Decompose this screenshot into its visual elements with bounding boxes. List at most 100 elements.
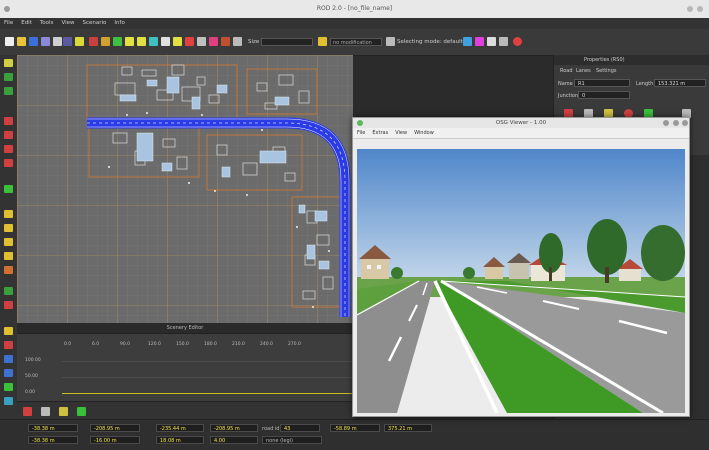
draw-icon[interactable] bbox=[23, 407, 32, 416]
map-tool-icon[interactable] bbox=[4, 327, 13, 335]
map-canvas[interactable] bbox=[17, 55, 353, 323]
line-tool-icon[interactable] bbox=[4, 210, 13, 218]
status-y2-field[interactable]: -16.00 m bbox=[90, 436, 140, 444]
viewer-close-icon[interactable] bbox=[682, 120, 688, 126]
water-tool-icon[interactable] bbox=[4, 369, 13, 377]
menu-info[interactable]: Info bbox=[110, 18, 128, 26]
signal-tool-icon[interactable] bbox=[185, 37, 194, 46]
road-tool-icon[interactable] bbox=[89, 37, 98, 46]
3d-scene-view[interactable] bbox=[357, 149, 685, 413]
menu-tools[interactable]: Tools bbox=[36, 18, 58, 26]
lock-tool-icon[interactable] bbox=[233, 37, 242, 46]
object-tool-icon[interactable] bbox=[197, 37, 206, 46]
size-input[interactable] bbox=[261, 38, 313, 46]
split-tool-icon[interactable] bbox=[4, 131, 13, 139]
marker-tool-icon[interactable] bbox=[4, 341, 13, 349]
viewer-menu-window[interactable]: Window bbox=[410, 128, 437, 136]
merge-tool-icon[interactable] bbox=[4, 145, 13, 153]
link-tool-icon[interactable] bbox=[4, 287, 13, 295]
status-type-field[interactable]: none (legi) bbox=[262, 436, 322, 444]
crossfall-tool-icon[interactable] bbox=[221, 37, 230, 46]
add-object-icon[interactable] bbox=[4, 185, 13, 193]
elevation-line[interactable] bbox=[62, 393, 352, 394]
vegetation-tool-icon[interactable] bbox=[4, 383, 13, 391]
viewer-menu-view[interactable]: View bbox=[391, 128, 410, 136]
status-w-field[interactable]: -208.95 m bbox=[210, 424, 258, 432]
junction-tool-icon[interactable] bbox=[149, 37, 158, 46]
help-icon[interactable] bbox=[513, 37, 522, 46]
lightbulb-icon[interactable] bbox=[475, 37, 484, 46]
status-y-field[interactable]: -208.95 m bbox=[90, 424, 140, 432]
export-icon[interactable] bbox=[41, 37, 50, 46]
arc-tool-icon[interactable] bbox=[4, 224, 13, 232]
grid-toggle-icon[interactable] bbox=[499, 37, 508, 46]
name-input[interactable]: R1 bbox=[574, 79, 630, 87]
status-x2-field[interactable]: -38.38 m bbox=[28, 436, 78, 444]
status-z2-field[interactable]: 18.08 m bbox=[156, 436, 204, 444]
layer-tool-icon[interactable] bbox=[4, 355, 13, 363]
status-w2-field[interactable]: 4.00 bbox=[210, 436, 258, 444]
road-id-field[interactable]: 43 bbox=[280, 424, 320, 432]
map-drawing bbox=[17, 55, 353, 323]
bridge-tool-icon[interactable] bbox=[209, 37, 218, 46]
leaf-icon[interactable] bbox=[77, 407, 86, 416]
selection-icon[interactable] bbox=[318, 37, 327, 46]
select-tool-icon[interactable] bbox=[4, 59, 13, 67]
menu-view[interactable]: View bbox=[57, 18, 78, 26]
curve-tool-icon[interactable] bbox=[101, 37, 110, 46]
menu-scenario[interactable]: Scenario bbox=[79, 18, 111, 26]
osg-viewer-window[interactable]: OSG Viewer - 1.00 File Extras View Window bbox=[352, 117, 690, 417]
lane-tool-icon[interactable] bbox=[125, 37, 134, 46]
viewer-maximize-icon[interactable] bbox=[673, 120, 679, 126]
grid-tool-icon[interactable] bbox=[113, 37, 122, 46]
y-tick: 0.00 bbox=[25, 390, 36, 395]
length-label: Length bbox=[636, 81, 654, 87]
move-tool-icon[interactable] bbox=[4, 73, 13, 81]
settings-icon[interactable] bbox=[487, 37, 496, 46]
viewer-menu-file[interactable]: File bbox=[353, 128, 368, 136]
undo-icon[interactable] bbox=[63, 37, 72, 46]
viewer-titlebar: OSG Viewer - 1.00 bbox=[353, 118, 689, 128]
delete-tool-icon[interactable] bbox=[4, 117, 13, 125]
modification-select[interactable]: no modification bbox=[330, 38, 382, 46]
redo-icon[interactable] bbox=[75, 37, 84, 46]
superelevation-tool-icon[interactable] bbox=[173, 37, 182, 46]
ogl-view-icon[interactable] bbox=[463, 37, 472, 46]
rotate-tool-icon[interactable] bbox=[4, 87, 13, 95]
menu-edit[interactable]: Edit bbox=[17, 18, 36, 26]
new-file-icon[interactable] bbox=[5, 37, 14, 46]
viewer-menu-extras[interactable]: Extras bbox=[368, 128, 391, 136]
minimize-icon[interactable] bbox=[687, 6, 693, 12]
poly3-tool-icon[interactable] bbox=[4, 252, 13, 260]
status-s-field[interactable]: -58.89 m bbox=[330, 424, 380, 432]
tab-settings[interactable]: Settings bbox=[596, 68, 617, 74]
grid-line bbox=[62, 361, 352, 362]
tab-road[interactable]: Road bbox=[560, 68, 573, 74]
save-file-icon[interactable] bbox=[29, 37, 38, 46]
section-tool-icon[interactable] bbox=[137, 37, 146, 46]
status-x-field[interactable]: -38.38 m bbox=[28, 424, 78, 432]
tab-lanes[interactable]: Lanes bbox=[576, 68, 591, 74]
x-tick: 180.0 bbox=[204, 342, 217, 347]
append-tool-icon[interactable] bbox=[4, 159, 13, 167]
cursor-icon[interactable] bbox=[386, 37, 395, 46]
cut-icon[interactable] bbox=[53, 37, 62, 46]
status-z-field[interactable]: -235.44 m bbox=[156, 424, 204, 432]
status-panel: -38.38 m -208.95 m -235.44 m -208.95 m r… bbox=[0, 419, 709, 450]
junction-input[interactable]: 0 bbox=[578, 91, 630, 99]
terrain-tool-icon[interactable] bbox=[4, 397, 13, 405]
name-label: Name bbox=[558, 81, 573, 87]
length-input[interactable]: 153.321 m bbox=[654, 79, 706, 87]
status-length-field[interactable]: 375.21 m bbox=[384, 424, 432, 432]
scenery-editor-panel[interactable]: 0.0 6.0 90.0 120.0 150.0 180.0 210.0 240… bbox=[17, 333, 353, 402]
open-file-icon[interactable] bbox=[17, 37, 26, 46]
bezier-tool-icon[interactable] bbox=[4, 266, 13, 274]
viewer-minimize-icon[interactable] bbox=[663, 120, 669, 126]
spiral-tool-icon[interactable] bbox=[4, 238, 13, 246]
menu-file[interactable]: File bbox=[0, 18, 17, 26]
ruler-icon[interactable] bbox=[59, 407, 68, 416]
close-icon[interactable] bbox=[697, 6, 703, 12]
elevation-tool-icon[interactable] bbox=[161, 37, 170, 46]
unlink-tool-icon[interactable] bbox=[4, 301, 13, 309]
hand-icon[interactable] bbox=[41, 407, 50, 416]
